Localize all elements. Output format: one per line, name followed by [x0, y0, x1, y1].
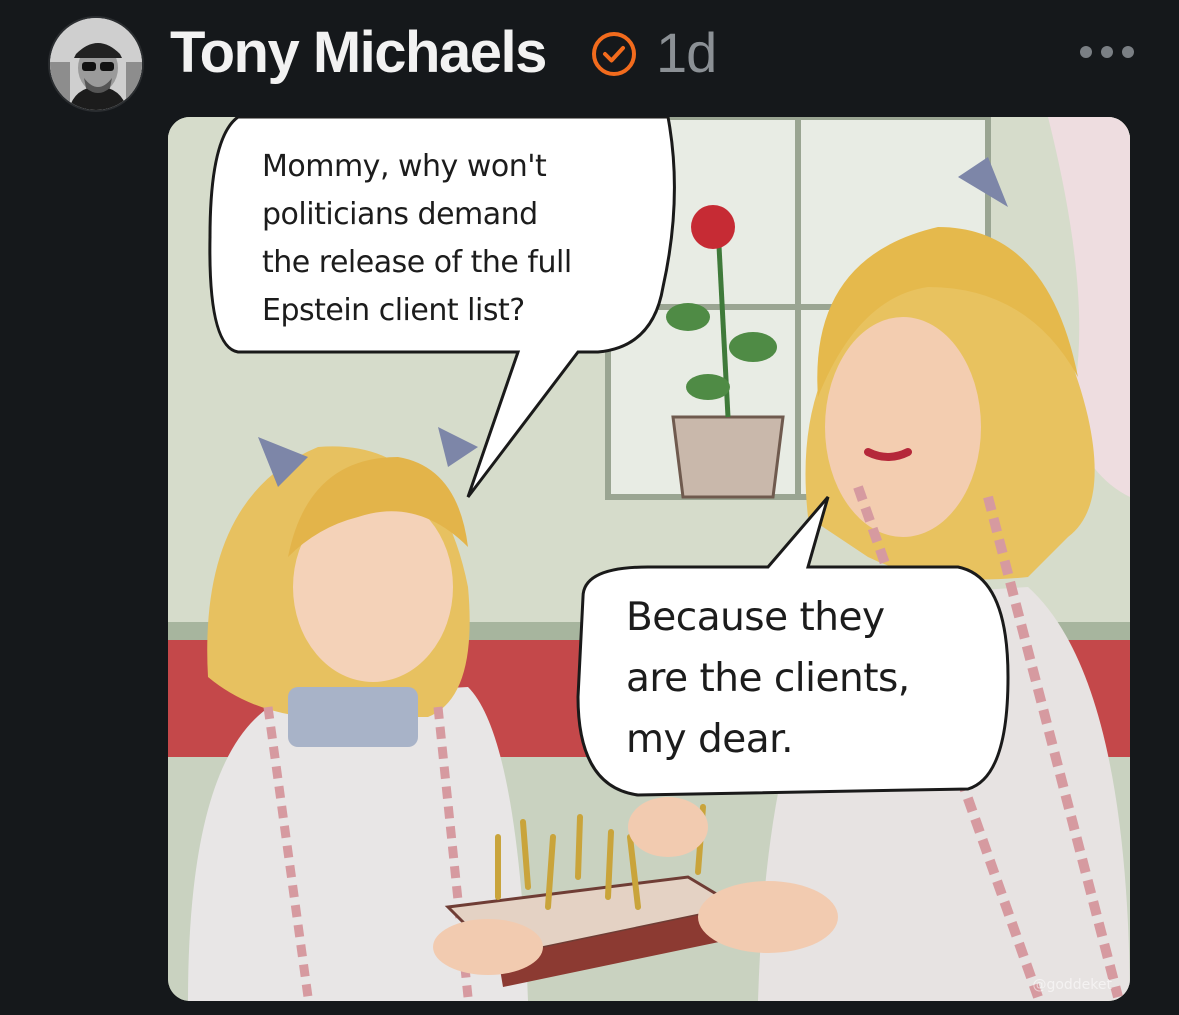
speech-bubble-1-text: Mommy, why won't politicians demand the …: [262, 149, 572, 328]
author-name[interactable]: Tony Michaels: [170, 18, 547, 88]
image-watermark: @goddeket: [1032, 977, 1112, 993]
avatar-image: [50, 18, 142, 110]
post-image[interactable]: Mommy, why won't politicians demand the …: [168, 117, 1130, 1001]
speech-bubble-2-text: Because they are the clients, my dear.: [626, 595, 910, 762]
post-timestamp[interactable]: 1d: [656, 18, 717, 88]
more-options-icon[interactable]: [1080, 34, 1134, 70]
verified-check-icon: [592, 32, 636, 76]
author-avatar[interactable]: [48, 16, 144, 112]
